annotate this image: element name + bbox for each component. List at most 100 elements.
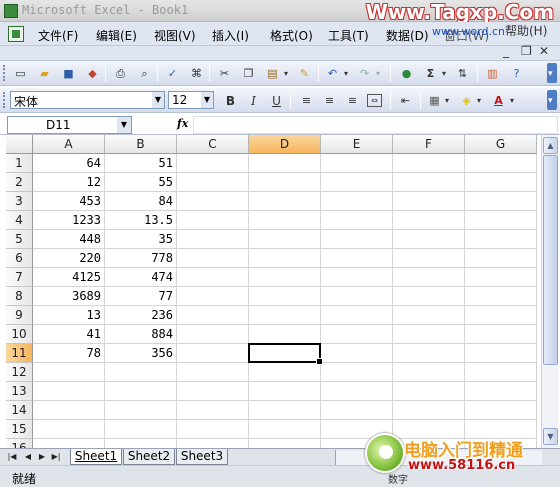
cell[interactable] <box>393 154 465 173</box>
cell[interactable] <box>105 401 177 420</box>
paste-icon[interactable]: ▤ <box>264 65 281 82</box>
column-header[interactable]: A <box>33 135 105 154</box>
sort-ascending-icon[interactable]: ⇅ <box>454 65 471 82</box>
cell[interactable] <box>321 401 393 420</box>
cell[interactable] <box>177 154 249 173</box>
paste-dropdown-icon[interactable]: ▾ <box>282 65 290 82</box>
cell[interactable] <box>249 420 321 439</box>
name-box[interactable]: D11 ▼ <box>7 116 132 134</box>
menu-edit[interactable]: 编辑(E) <box>96 27 137 44</box>
row-header[interactable]: 16 <box>6 439 33 448</box>
chevron-down-icon[interactable]: ▼ <box>117 117 131 133</box>
row-header[interactable]: 10 <box>6 325 33 344</box>
cell[interactable] <box>321 382 393 401</box>
save-icon[interactable]: ■ <box>60 65 77 82</box>
sheet-tab-sheet1[interactable]: Sheet1 <box>70 449 122 465</box>
first-sheet-icon[interactable]: |◀ <box>6 451 18 463</box>
row-header[interactable]: 14 <box>6 401 33 420</box>
help-icon[interactable]: ? <box>508 65 525 82</box>
borders-icon[interactable]: ▦ <box>426 92 443 109</box>
cell[interactable] <box>33 420 105 439</box>
column-header[interactable]: G <box>465 135 537 154</box>
formula-input[interactable] <box>193 116 558 134</box>
row-header[interactable]: 12 <box>6 363 33 382</box>
copy-icon[interactable]: ❐ <box>240 65 257 82</box>
cell[interactable] <box>177 401 249 420</box>
cell[interactable]: 13 <box>33 306 105 325</box>
menu-view[interactable]: 视图(V) <box>154 27 196 44</box>
cell[interactable] <box>465 173 537 192</box>
cell[interactable]: 356 <box>105 344 177 363</box>
cell[interactable] <box>465 344 537 363</box>
row-header[interactable]: 2 <box>6 173 33 192</box>
borders-dropdown-icon[interactable]: ▾ <box>443 92 451 109</box>
row-header[interactable]: 9 <box>6 306 33 325</box>
cell[interactable]: 35 <box>105 230 177 249</box>
cell[interactable] <box>177 344 249 363</box>
cell[interactable] <box>249 173 321 192</box>
cell[interactable] <box>393 249 465 268</box>
cell[interactable] <box>105 420 177 439</box>
menu-insert[interactable]: 插入(I) <box>212 27 249 44</box>
cut-icon[interactable]: ✂ <box>216 65 233 82</box>
insert-function-icon[interactable]: fx <box>177 117 188 130</box>
row-header[interactable]: 15 <box>6 420 33 439</box>
cell[interactable] <box>105 382 177 401</box>
cell[interactable]: 453 <box>33 192 105 211</box>
row-header[interactable]: 5 <box>6 230 33 249</box>
cell[interactable] <box>393 230 465 249</box>
chart-wizard-icon[interactable]: ▥ <box>484 65 501 82</box>
autosum-dropdown-icon[interactable]: ▾ <box>440 65 448 82</box>
cell[interactable]: 55 <box>105 173 177 192</box>
cell[interactable] <box>465 382 537 401</box>
print-preview-icon[interactable]: ⌕ <box>136 65 153 82</box>
cell[interactable] <box>393 401 465 420</box>
format-painter-icon[interactable]: ✎ <box>296 65 313 82</box>
cell[interactable] <box>249 211 321 230</box>
sheet-tab-sheet2[interactable]: Sheet2 <box>123 449 175 465</box>
toolbar-grip[interactable] <box>3 92 6 108</box>
cell[interactable] <box>177 173 249 192</box>
row-header[interactable]: 4 <box>6 211 33 230</box>
undo-icon[interactable]: ↶ <box>324 65 341 82</box>
workbook-icon[interactable] <box>8 26 24 42</box>
font-name-select[interactable]: 宋体 ▼ <box>10 91 165 109</box>
cell[interactable]: 4125 <box>33 268 105 287</box>
cell[interactable] <box>321 268 393 287</box>
cell[interactable] <box>177 268 249 287</box>
vertical-scroll-thumb[interactable] <box>543 155 558 365</box>
cell[interactable] <box>393 192 465 211</box>
cell[interactable] <box>321 249 393 268</box>
cell[interactable]: 51 <box>105 154 177 173</box>
minimize-icon[interactable]: _ <box>503 44 509 58</box>
row-header[interactable]: 7 <box>6 268 33 287</box>
menu-tools[interactable]: 工具(T) <box>328 27 369 44</box>
cell[interactable] <box>177 363 249 382</box>
cell[interactable] <box>465 268 537 287</box>
restore-icon[interactable]: ❐ <box>521 44 532 58</box>
cell[interactable]: 77 <box>105 287 177 306</box>
cell[interactable]: 41 <box>33 325 105 344</box>
cell[interactable]: 474 <box>105 268 177 287</box>
cell[interactable]: 884 <box>105 325 177 344</box>
cell[interactable]: 236 <box>105 306 177 325</box>
cell[interactable] <box>321 306 393 325</box>
cell[interactable] <box>393 173 465 192</box>
column-header[interactable]: B <box>105 135 177 154</box>
cell[interactable] <box>177 439 249 448</box>
next-sheet-icon[interactable]: ▶ <box>36 451 48 463</box>
align-right-icon[interactable]: ≡ <box>344 92 361 109</box>
menu-file[interactable]: 文件(F) <box>38 27 78 44</box>
cell[interactable] <box>465 306 537 325</box>
cell[interactable] <box>321 192 393 211</box>
open-folder-icon[interactable]: ▰ <box>36 65 53 82</box>
cell[interactable] <box>249 154 321 173</box>
redo-dropdown-icon[interactable]: ▾ <box>374 65 382 82</box>
cell[interactable] <box>33 439 105 448</box>
align-left-icon[interactable]: ≡ <box>298 92 315 109</box>
cell[interactable] <box>249 439 321 448</box>
cell[interactable] <box>321 230 393 249</box>
font-color-icon[interactable]: A <box>490 92 507 109</box>
cell[interactable] <box>393 382 465 401</box>
row-header[interactable]: 1 <box>6 154 33 173</box>
